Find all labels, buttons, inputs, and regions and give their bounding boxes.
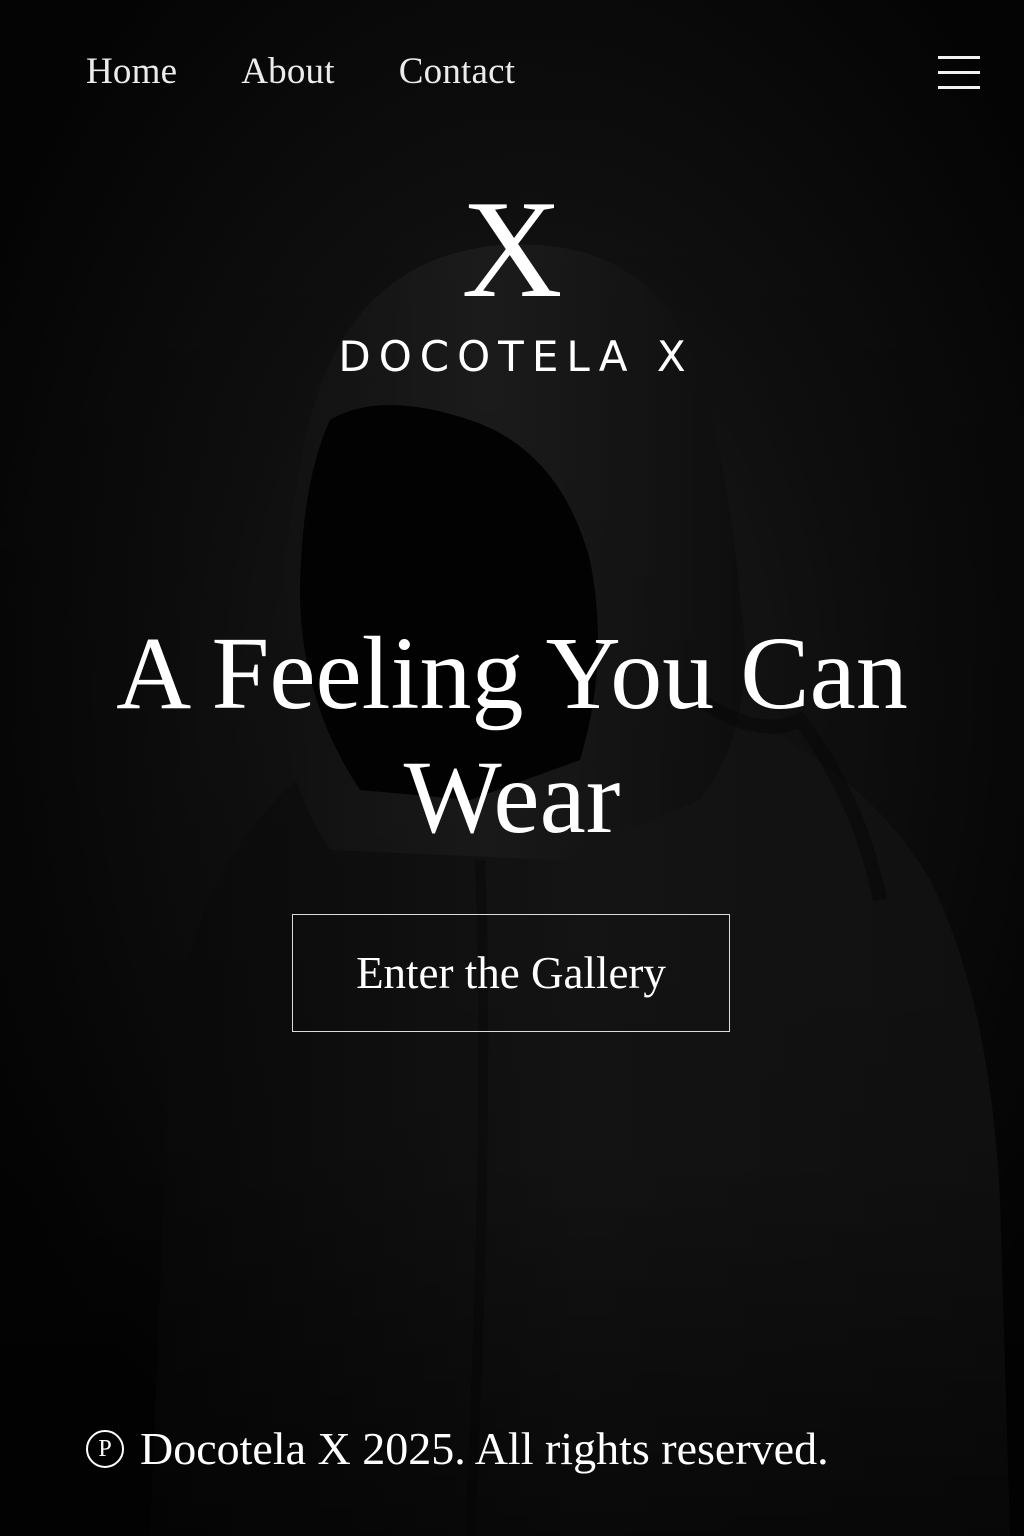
hero-title-line-2: Wear xyxy=(403,740,621,855)
brand-name: DOCOTELA X xyxy=(338,332,694,381)
top-navigation: Home About Contact xyxy=(86,50,579,93)
hero-title: A Feeling You Can Wear xyxy=(0,612,1024,860)
enter-gallery-button[interactable]: Enter the Gallery xyxy=(292,914,730,1032)
menu-bar-bottom xyxy=(938,86,980,89)
hero-title-line-1: A Feeling You Can xyxy=(116,616,908,731)
footer: P Docotela X 2025. All rights reserved. xyxy=(86,1422,829,1475)
footer-copyright-text: Docotela X 2025. All rights reserved. xyxy=(140,1423,829,1474)
menu-bar-middle xyxy=(938,71,980,74)
nav-link-about[interactable]: About xyxy=(241,50,335,93)
menu-bar-top xyxy=(938,56,980,59)
copyright-symbol-icon: P xyxy=(86,1429,124,1468)
enter-gallery-button-label: Enter the Gallery xyxy=(356,948,666,998)
brand-logo-mark: X xyxy=(461,172,563,327)
hamburger-menu-icon[interactable] xyxy=(938,56,980,92)
nav-link-home[interactable]: Home xyxy=(86,50,177,93)
nav-link-contact[interactable]: Contact xyxy=(399,50,515,93)
